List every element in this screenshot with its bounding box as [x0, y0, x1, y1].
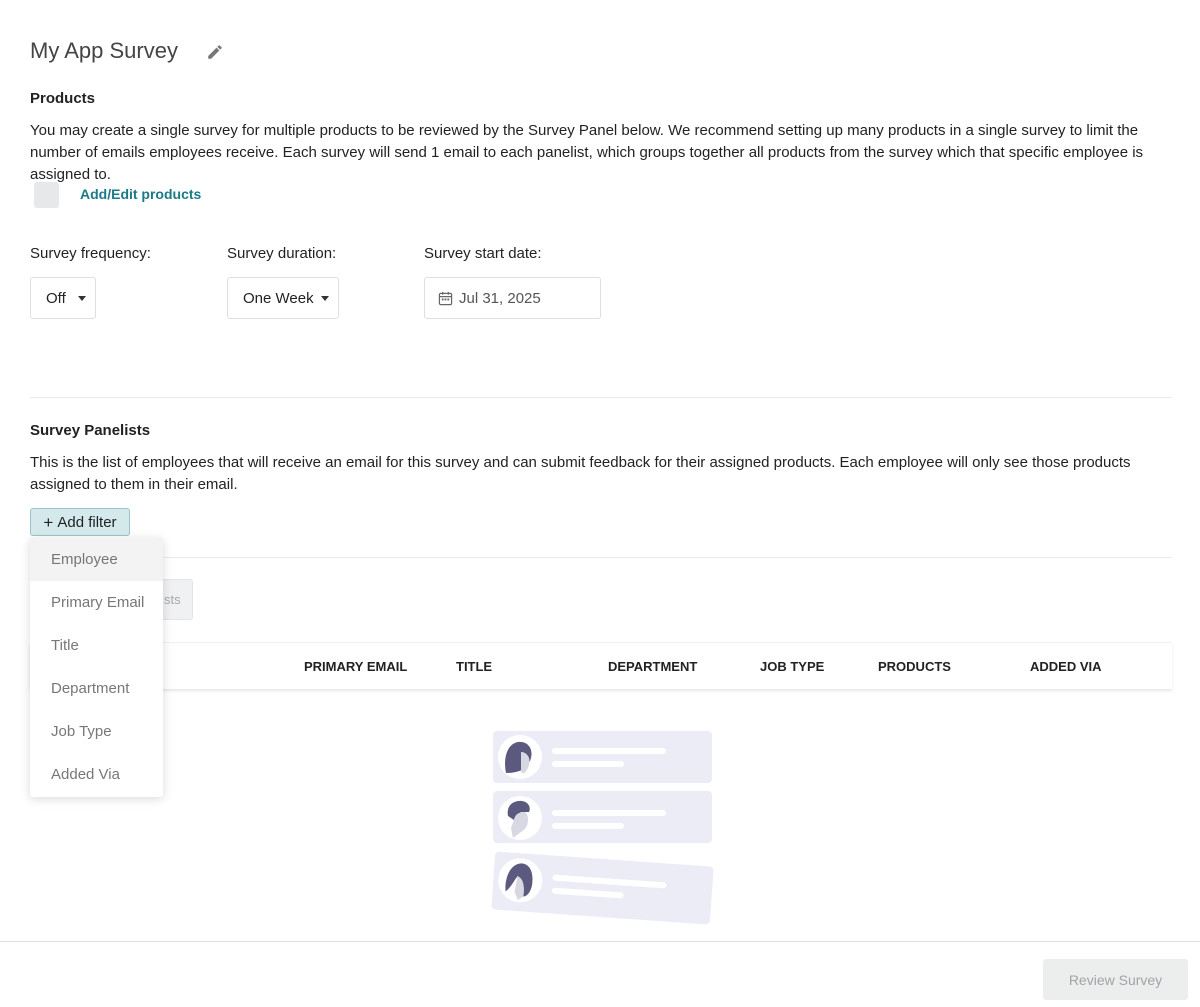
filter-option-added-via[interactable]: Added Via: [30, 753, 163, 796]
calendar-icon: [438, 291, 453, 305]
start-date-label: Survey start date:: [424, 245, 542, 262]
footer-divider: [0, 941, 1200, 942]
frequency-label: Survey frequency:: [30, 245, 151, 262]
empty-state-illustration: [491, 731, 714, 925]
panelists-heading: Survey Panelists: [30, 422, 151, 439]
products-heading: Products: [30, 90, 96, 107]
page-title: My App Survey: [30, 38, 178, 64]
column-primary-email[interactable]: PRIMARY EMAIL: [304, 659, 407, 674]
panelists-table-header: PRIMARY EMAIL TITLE DEPARTMENT JOB TYPE …: [30, 642, 1172, 689]
review-survey-button[interactable]: Review Survey: [1043, 959, 1188, 1000]
add-edit-products-link[interactable]: Add/Edit products: [80, 186, 201, 202]
chevron-down-icon: [78, 296, 86, 301]
empty-card-3: [491, 851, 714, 925]
filter-option-job-type[interactable]: Job Type: [30, 710, 163, 753]
survey-title: My App Survey: [30, 38, 178, 63]
column-title[interactable]: TITLE: [456, 659, 492, 674]
panelists-description: This is the list of employees that will …: [30, 454, 1131, 493]
pencil-icon[interactable]: [206, 43, 224, 61]
start-date-value: Jul 31, 2025: [459, 289, 541, 307]
filter-option-employee[interactable]: Employee: [30, 538, 163, 581]
filter-option-title[interactable]: Title: [30, 624, 163, 667]
duration-select[interactable]: One Week: [227, 277, 339, 319]
filter-option-primary-email[interactable]: Primary Email: [30, 581, 163, 624]
plus-icon: +: [43, 512, 54, 532]
add-filter-label: Add filter: [57, 513, 117, 531]
column-job-type[interactable]: JOB TYPE: [760, 659, 824, 674]
section-divider: [30, 397, 1172, 398]
add-filter-button[interactable]: + Add filter: [30, 508, 130, 536]
filter-dropdown-menu: Employee Primary Email Title Department …: [30, 538, 163, 797]
column-added-via[interactable]: ADDED VIA: [1030, 659, 1102, 674]
start-date-picker[interactable]: Jul 31, 2025: [424, 277, 601, 319]
column-department[interactable]: DEPARTMENT: [608, 659, 697, 674]
duration-label: Survey duration:: [227, 245, 337, 262]
column-products[interactable]: PRODUCTS: [878, 659, 951, 674]
product-thumbnail: [34, 182, 59, 208]
frequency-value: Off: [46, 289, 66, 307]
filter-divider: [30, 557, 1172, 558]
add-panelists-label: sts: [164, 592, 181, 607]
empty-card-2: [493, 791, 712, 843]
duration-value: One Week: [243, 289, 314, 307]
filter-option-department[interactable]: Department: [30, 667, 163, 710]
frequency-select[interactable]: Off: [30, 277, 96, 319]
empty-card-1: [493, 731, 712, 783]
products-description: You may create a single survey for multi…: [30, 122, 1144, 183]
chevron-down-icon: [321, 296, 329, 301]
